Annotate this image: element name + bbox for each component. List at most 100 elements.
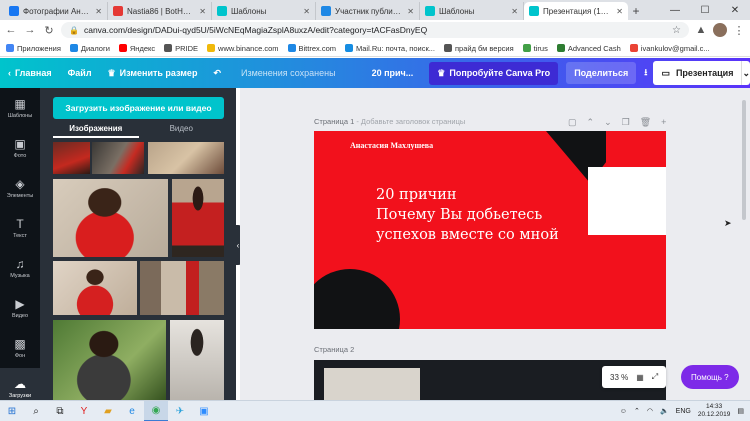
bookmark-item[interactable]: прайд бм версия bbox=[443, 44, 514, 53]
vertical-scrollbar[interactable] bbox=[742, 100, 746, 220]
notifications-icon[interactable]: ▤ bbox=[737, 407, 744, 415]
browser-tab[interactable]: Участник публикаци ✕ bbox=[316, 2, 420, 20]
document-title[interactable]: 20 прич... bbox=[364, 68, 422, 78]
menu-icon[interactable]: ⋮ bbox=[732, 24, 746, 37]
bookmark-item[interactable]: Диалоги bbox=[69, 44, 110, 53]
uploaded-photo[interactable] bbox=[170, 320, 224, 400]
yandex-browser-icon[interactable]: Y bbox=[72, 401, 96, 421]
back-icon[interactable]: ← bbox=[4, 24, 18, 36]
bookmark-item[interactable]: Яндекс bbox=[118, 44, 155, 53]
rail-item-elements[interactable]: ◈ Элементы bbox=[0, 168, 40, 208]
reload-icon[interactable]: ↻ bbox=[42, 24, 56, 37]
new-tab-button[interactable]: + bbox=[628, 2, 644, 20]
home-button[interactable]: ‹ Главная bbox=[0, 68, 60, 78]
slide-circle-shape[interactable] bbox=[314, 269, 400, 329]
wifi-icon[interactable]: ◠ bbox=[647, 407, 653, 415]
rail-item-video[interactable]: ▶ Видео bbox=[0, 288, 40, 328]
uploaded-photo[interactable] bbox=[172, 179, 224, 257]
bookmark-item[interactable]: Advanced Cash bbox=[556, 44, 621, 53]
chevron-down-icon[interactable]: ⌄ bbox=[604, 117, 612, 128]
uploaded-photo[interactable] bbox=[53, 320, 166, 400]
forward-icon[interactable]: → bbox=[23, 24, 37, 36]
close-icon[interactable]: ✕ bbox=[407, 7, 414, 16]
uploaded-photo[interactable] bbox=[53, 142, 90, 174]
chrome-icon[interactable]: ◉ bbox=[144, 400, 168, 421]
add-page-icon[interactable]: + bbox=[661, 117, 666, 128]
browser-tab[interactable]: Шаблоны ✕ bbox=[212, 2, 316, 20]
telegram-icon[interactable]: ✈ bbox=[168, 401, 192, 421]
extension-icon[interactable]: ▲ bbox=[694, 24, 708, 36]
present-options-button[interactable]: ⌄ bbox=[741, 61, 750, 85]
bookmark-star-icon[interactable]: ☆ bbox=[672, 25, 681, 36]
bookmark-item[interactable]: www.binance.com bbox=[207, 44, 279, 53]
slide-1[interactable]: Анастасия Махлушева 20 причин Почему Вы … bbox=[314, 131, 666, 329]
trash-icon[interactable]: 🗑 bbox=[640, 117, 651, 128]
uploaded-photo[interactable] bbox=[53, 261, 137, 315]
edge-icon[interactable]: e bbox=[120, 401, 144, 421]
rail-label: Видео bbox=[11, 312, 29, 319]
chevron-up-icon[interactable]: ⌃ bbox=[587, 117, 595, 128]
rail-item-templates[interactable]: ▦ Шаблоны bbox=[0, 88, 40, 128]
fullscreen-icon[interactable]: ⤢ bbox=[652, 372, 658, 382]
close-icon[interactable]: ✕ bbox=[616, 7, 623, 16]
browser-tab[interactable]: Nastia86 | BotHelp.io ✕ bbox=[108, 2, 212, 20]
url-input[interactable]: 🔒 canva.com/design/DADui-qyd5U/5iWcNEqMa… bbox=[61, 22, 689, 38]
people-icon[interactable]: ☺ bbox=[620, 408, 627, 415]
browser-tab[interactable]: Шаблоны ✕ bbox=[420, 2, 524, 20]
tab-images[interactable]: Изображения bbox=[53, 124, 139, 138]
language-indicator[interactable]: ENG bbox=[676, 408, 691, 415]
slide-headline-text[interactable]: 20 причин Почему Вы добьетесь успехов вм… bbox=[376, 185, 646, 245]
slide-author-text[interactable]: Анастасия Махлушева bbox=[350, 141, 433, 150]
bookmark-item[interactable]: PRIDE bbox=[164, 44, 198, 53]
grid-view-icon[interactable]: ▦ bbox=[636, 373, 644, 382]
page-title-input[interactable]: - Добавьте заголовок страницы bbox=[356, 117, 465, 126]
share-button[interactable]: Поделиться bbox=[566, 62, 637, 84]
bookmark-item[interactable]: ivankulov@gmail.c... bbox=[629, 44, 710, 53]
notes-icon[interactable]: ▢ bbox=[568, 117, 577, 128]
search-icon[interactable]: ⌕ bbox=[24, 401, 48, 421]
browser-tab[interactable]: Фотографии Анастас ✕ bbox=[4, 2, 108, 20]
bookmark-item[interactable]: tirus bbox=[522, 44, 548, 53]
close-icon[interactable]: ✕ bbox=[95, 7, 102, 16]
chevron-up-icon[interactable]: ⌃ bbox=[634, 407, 640, 415]
zoom-app-icon[interactable]: ▣ bbox=[192, 401, 216, 421]
duplicate-icon[interactable]: ❐ bbox=[622, 117, 630, 128]
rail-item-photos[interactable]: ▣ Фото bbox=[0, 128, 40, 168]
zoom-level[interactable]: 33 % bbox=[610, 373, 628, 382]
uploaded-photo[interactable] bbox=[53, 179, 168, 257]
uploaded-photo[interactable] bbox=[140, 261, 224, 315]
uploaded-photo[interactable] bbox=[92, 142, 144, 174]
close-icon[interactable]: ✕ bbox=[511, 7, 518, 16]
close-icon[interactable]: ✕ bbox=[303, 7, 310, 16]
file-menu-button[interactable]: Файл bbox=[60, 68, 100, 78]
volume-icon[interactable]: 🔈 bbox=[660, 407, 669, 415]
file-explorer-icon[interactable]: ▰ bbox=[96, 401, 120, 421]
rail-item-background[interactable]: ▩ Фон bbox=[0, 328, 40, 368]
resize-button[interactable]: ♛ Изменить размер bbox=[100, 68, 206, 79]
maximize-icon[interactable]: ☐ bbox=[690, 0, 720, 20]
tab-video[interactable]: Видео bbox=[139, 124, 225, 138]
close-window-icon[interactable]: ✕ bbox=[720, 0, 750, 20]
rail-item-music[interactable]: ♫ Музыка bbox=[0, 248, 40, 288]
try-pro-button[interactable]: ♛ Попробуйте Canva Pro bbox=[429, 61, 559, 85]
close-icon[interactable]: ✕ bbox=[199, 7, 206, 16]
download-button[interactable]: ⭳ bbox=[642, 61, 649, 85]
task-view-icon[interactable]: ⧉ bbox=[48, 401, 72, 421]
undo-button[interactable]: ↶ bbox=[205, 68, 229, 79]
present-button[interactable]: ▭ Презентация bbox=[653, 61, 742, 85]
bookmark-item[interactable]: Bittrex.com bbox=[287, 44, 336, 53]
browser-tab-active[interactable]: Презентация (16:9) — ✕ bbox=[524, 2, 628, 20]
crown-icon: ♛ bbox=[437, 67, 446, 78]
clock[interactable]: 14:33 20.12.2019 bbox=[698, 403, 731, 419]
upload-media-button[interactable]: Загрузить изображение или видео bbox=[53, 97, 224, 119]
help-button[interactable]: Помощь ? bbox=[681, 365, 739, 389]
minimize-icon[interactable]: — bbox=[660, 0, 690, 20]
rail-item-text[interactable]: T Текст bbox=[0, 208, 40, 248]
avatar[interactable] bbox=[713, 23, 727, 37]
windows-start-icon[interactable]: ⊞ bbox=[0, 401, 24, 421]
bookmark-item[interactable]: Приложения bbox=[6, 44, 61, 53]
uploaded-photo[interactable] bbox=[148, 142, 224, 174]
canva-icon bbox=[425, 6, 435, 16]
slide-2-photo[interactable] bbox=[324, 368, 420, 400]
bookmark-item[interactable]: Mail.Ru: почта, поиск... bbox=[345, 44, 435, 53]
